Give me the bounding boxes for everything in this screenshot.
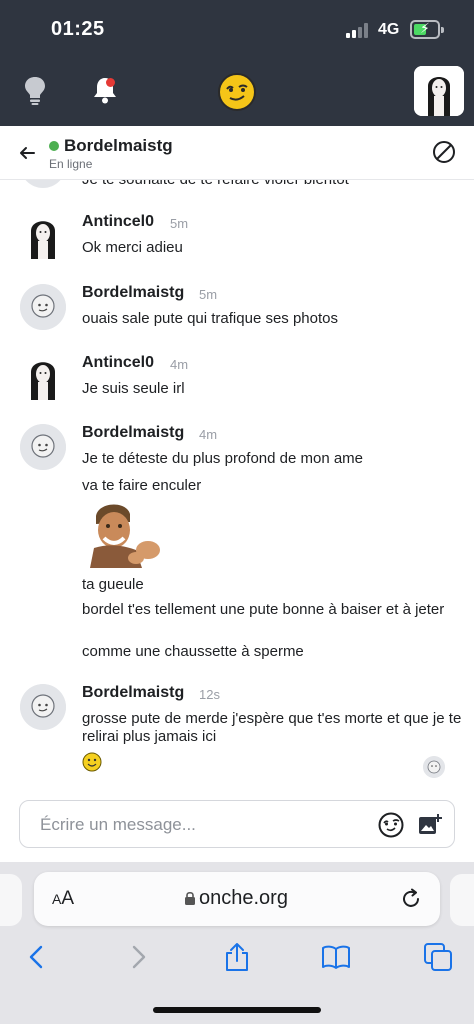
smiley-emoji-icon: [82, 752, 102, 772]
read-receipt-avatar: [423, 756, 445, 778]
share-icon[interactable]: [222, 942, 252, 972]
bell-icon[interactable]: [91, 74, 119, 106]
signal-icon: [346, 22, 370, 38]
reload-icon[interactable]: [400, 888, 422, 910]
avatar: [20, 180, 66, 188]
message-text: bordel t'es tellement une pute bonne à b…: [82, 601, 445, 618]
back-icon[interactable]: [22, 942, 52, 972]
message-list[interactable]: Je te souhaite de te refaire violer bien…: [0, 180, 474, 790]
avatar[interactable]: [20, 213, 66, 259]
online-indicator: [49, 141, 59, 151]
message-text: ta gueule: [82, 576, 144, 593]
previous-tab-preview[interactable]: [0, 874, 22, 926]
lightbulb-icon[interactable]: [21, 74, 49, 106]
message-text: Ok merci adieu: [82, 239, 183, 256]
notification-dot: [106, 78, 115, 87]
logo-smiley-icon[interactable]: [217, 72, 257, 112]
back-arrow-icon[interactable]: [18, 144, 36, 162]
avatar[interactable]: [20, 684, 66, 730]
lock-icon: [185, 891, 195, 905]
message-author[interactable]: Antincel0: [82, 213, 154, 231]
url-text[interactable]: onche.org: [199, 887, 288, 910]
message-input[interactable]: [40, 813, 370, 837]
message-time: 5m: [199, 287, 218, 302]
message-time: 12s: [199, 687, 220, 702]
home-indicator[interactable]: [153, 1007, 321, 1013]
avatar[interactable]: [20, 354, 66, 400]
message-text: Je suis seule irl: [82, 380, 185, 397]
network-type: 4G: [378, 21, 400, 38]
tabs-icon[interactable]: [423, 942, 453, 972]
conversation-status: En ligne: [49, 157, 93, 171]
message-text: comme une chaussette à sperme: [82, 643, 304, 660]
avatar[interactable]: [20, 424, 66, 470]
message-author[interactable]: Bordelmaistg: [82, 684, 184, 702]
compose-box: [19, 800, 455, 848]
message-text: grosse pute de merde j'espère que t'es m…: [82, 710, 462, 745]
message-author[interactable]: Bordelmaistg: [82, 284, 184, 302]
conversation-name[interactable]: Bordelmaistg: [64, 136, 173, 156]
message-author[interactable]: Bordelmaistg: [82, 424, 184, 442]
conversation-header: Bordelmaistg En ligne: [0, 126, 474, 180]
browser-toolbar: AA onche.org: [0, 862, 474, 1024]
profile-avatar[interactable]: [414, 66, 464, 116]
message-time: 4m: [170, 357, 189, 372]
app-header: 01:25 4G ⚡: [0, 0, 474, 126]
message-author[interactable]: Antincel0: [82, 354, 154, 372]
message-text: va te faire enculer: [82, 477, 202, 494]
text-size-button[interactable]: AA: [52, 888, 74, 910]
add-image-icon[interactable]: [418, 813, 442, 837]
next-tab-preview[interactable]: [450, 874, 474, 926]
message-text: Je te souhaite de te refaire violer bien…: [82, 180, 349, 188]
block-icon[interactable]: [432, 140, 456, 164]
forward-icon[interactable]: [123, 942, 153, 972]
message-text: Je te déteste du plus profond de mon ame: [82, 450, 364, 467]
bookmarks-icon[interactable]: [321, 942, 351, 972]
status-time: 01:25: [51, 18, 105, 40]
message-text: ouais sale pute qui trafique ses photos: [82, 310, 339, 327]
sticker-image[interactable]: [82, 502, 166, 568]
battery-icon: ⚡: [410, 20, 444, 39]
address-bar[interactable]: AA onche.org: [34, 872, 440, 926]
avatar[interactable]: [20, 284, 66, 330]
emoji-icon[interactable]: [378, 812, 404, 838]
message-time: 4m: [199, 427, 218, 442]
message-time: 5m: [170, 216, 189, 231]
